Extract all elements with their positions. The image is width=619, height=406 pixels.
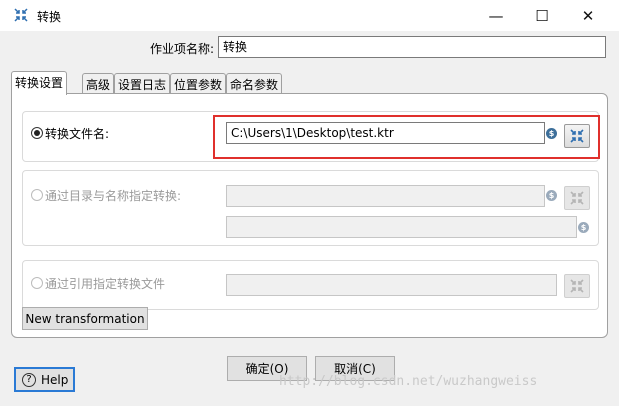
close-button[interactable]: ✕	[565, 0, 611, 31]
directory-radio[interactable]	[31, 189, 43, 201]
browse-icon	[570, 129, 584, 143]
job-entry-name-input[interactable]: 转换	[218, 36, 606, 58]
filename-input[interactable]: C:\Users\1\Desktop\test.ktr	[226, 122, 545, 144]
help-icon: ?	[22, 372, 36, 387]
tab-panel: 转换文件名: C:\Users\1\Desktop\test.ktr $ 通过目…	[11, 93, 608, 338]
transformation-icon	[13, 7, 29, 23]
reference-label: 通过引用指定转换文件	[45, 277, 166, 291]
directory-input[interactable]	[226, 185, 545, 207]
transformation-dialog: 转换 — ☐ ✕ 作业项名称: 转换 转换设置 高级 设置日志 位置参数 命名参…	[0, 0, 619, 406]
reference-browse-button[interactable]	[564, 274, 590, 298]
tab-position-parameters[interactable]: 位置参数	[170, 73, 227, 93]
directory-browse-button[interactable]	[564, 186, 590, 210]
browse-button[interactable]	[564, 124, 590, 148]
reference-radio[interactable]	[31, 277, 43, 289]
tab-advanced[interactable]: 高级	[82, 73, 115, 93]
name-variable-icon[interactable]: $	[578, 222, 589, 233]
title-bar: 转换 — ☐ ✕	[0, 0, 619, 31]
maximize-button[interactable]: ☐	[519, 0, 565, 31]
transformation-name-input[interactable]	[226, 216, 577, 238]
job-entry-name-label: 作业项名称:	[150, 42, 215, 56]
window-title: 转换	[37, 10, 62, 24]
minimize-button[interactable]: —	[473, 0, 519, 31]
watermark: http://blog.csdn.net/wuzhangweiss	[279, 374, 538, 389]
filename-label: 转换文件名:	[45, 127, 110, 141]
tab-named-parameters[interactable]: 命名参数	[226, 73, 283, 93]
reference-input[interactable]	[226, 274, 557, 296]
browse-icon	[570, 191, 584, 205]
variable-icon[interactable]: $	[546, 128, 557, 139]
tab-logging[interactable]: 设置日志	[114, 73, 171, 93]
directory-label: 通过目录与名称指定转换:	[45, 189, 182, 203]
tab-transformation-settings[interactable]: 转换设置	[11, 71, 68, 95]
browse-icon	[570, 279, 584, 293]
help-label: Help	[41, 372, 69, 387]
filename-radio[interactable]	[31, 127, 43, 139]
help-button[interactable]: ? Help	[14, 367, 75, 392]
new-transformation-button[interactable]: New transformation	[22, 307, 148, 330]
directory-variable-icon[interactable]: $	[546, 190, 557, 201]
